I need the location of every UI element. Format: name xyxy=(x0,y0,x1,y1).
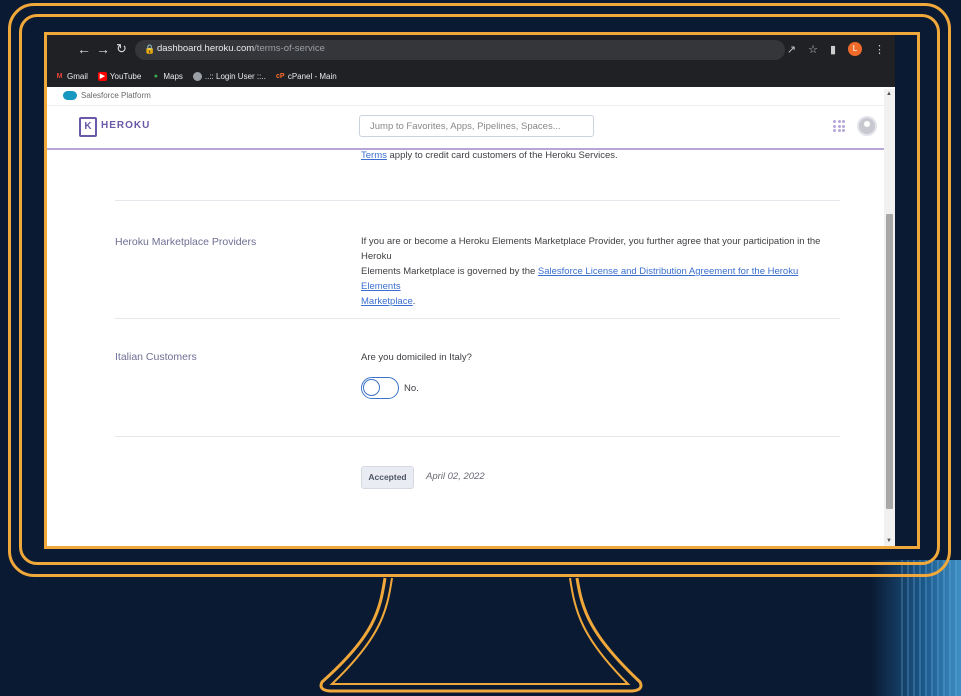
terms-content: Terms apply to credit card customers of … xyxy=(47,150,887,546)
maps-icon: ● xyxy=(153,72,158,80)
sidepanel-icon[interactable]: ▮ xyxy=(830,43,836,56)
marketplace-section-label: Heroku Marketplace Providers xyxy=(115,236,257,248)
section-divider xyxy=(115,436,840,437)
user-avatar[interactable] xyxy=(857,116,877,136)
gmail-icon: M xyxy=(56,72,63,80)
bookmark-maps[interactable]: ● Maps xyxy=(151,72,183,81)
scroll-thumb[interactable] xyxy=(886,214,893,509)
scroll-up-icon[interactable]: ▲ xyxy=(886,91,892,97)
bookmark-youtube[interactable]: ▶ YouTube xyxy=(97,71,141,81)
italy-question: Are you domiciled in Italy? xyxy=(361,352,472,363)
apps-grid-icon[interactable] xyxy=(833,120,845,132)
heroku-header: K HEROKU Jump to Favorites, Apps, Pipeli… xyxy=(47,106,887,150)
bookmarks-bar: M Gmail ▶ YouTube ● Maps ..:: Login User ::… xyxy=(47,65,895,87)
salesforce-cloud-icon xyxy=(63,91,77,100)
marketplace-text: If you are or become a Heroku Elements M… xyxy=(361,236,821,307)
accepted-button[interactable]: Accepted xyxy=(361,466,414,489)
forward-arrow-icon[interactable]: → xyxy=(96,41,110,57)
toggle-label: No. xyxy=(404,383,419,394)
scroll-down-icon[interactable]: ▼ xyxy=(886,538,892,544)
salesforce-platform-label: Salesforce Platform xyxy=(81,91,151,100)
toggle-knob xyxy=(363,379,380,396)
bookmark-cpanel[interactable]: cP cPanel - Main xyxy=(276,72,337,81)
back-arrow-icon[interactable]: ← xyxy=(77,41,91,57)
heroku-logo-icon[interactable]: K xyxy=(79,117,97,137)
url-text: dashboard.heroku.com/terms-of-service xyxy=(157,43,325,54)
page-scrollbar[interactable]: ▲ ▼ xyxy=(884,89,895,546)
cpanel-icon: cP xyxy=(276,72,285,80)
section-divider xyxy=(115,200,840,201)
italian-section-label: Italian Customers xyxy=(115,351,197,363)
bookmark-gmail[interactable]: M Gmail xyxy=(55,72,88,81)
browser-toolbar: ← → ↻ 🔒 dashboard.heroku.com/terms-of-se… xyxy=(47,35,895,65)
terms-intro-text: Terms apply to credit card customers of … xyxy=(361,150,618,161)
share-icon[interactable]: ↗ xyxy=(787,43,796,56)
toolbar-actions: ↗ ☆ ▮ L ⋮ xyxy=(787,41,885,57)
star-icon[interactable]: ☆ xyxy=(808,43,818,56)
reload-icon[interactable]: ↻ xyxy=(116,41,127,57)
profile-avatar[interactable]: L xyxy=(848,42,862,56)
terms-link[interactable]: Terms xyxy=(361,150,387,161)
browser-window: ← → ↻ 🔒 dashboard.heroku.com/terms-of-se… xyxy=(47,35,895,546)
youtube-icon: ▶ xyxy=(97,71,107,81)
salesforce-platform-bar: Salesforce Platform xyxy=(47,87,895,106)
search-input[interactable]: Jump to Favorites, Apps, Pipelines, Spac… xyxy=(359,115,594,137)
menu-kebab-icon[interactable]: ⋮ xyxy=(874,43,885,56)
accepted-date: April 02, 2022 xyxy=(426,471,485,482)
globe-icon xyxy=(192,71,202,81)
bookmark-login-user[interactable]: ..:: Login User ::.. xyxy=(192,71,266,81)
address-bar[interactable]: 🔒 dashboard.heroku.com/terms-of-service xyxy=(135,40,785,60)
section-divider xyxy=(115,318,840,319)
lock-icon: 🔒 xyxy=(144,44,156,54)
italy-toggle[interactable] xyxy=(361,377,399,399)
heroku-brand[interactable]: HEROKU xyxy=(101,120,150,131)
